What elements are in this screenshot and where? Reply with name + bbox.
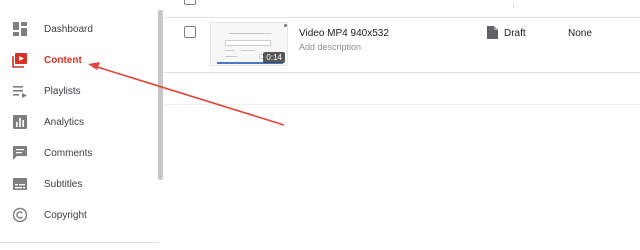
row-checkbox[interactable] — [184, 26, 196, 38]
video-thumbnail[interactable]: 0:14 — [210, 22, 288, 66]
copyright-icon — [12, 207, 28, 223]
dashboard-icon — [13, 22, 27, 36]
more-options-icon[interactable] — [284, 24, 287, 27]
divider — [164, 72, 640, 73]
draft-document-icon — [487, 26, 498, 39]
sidebar-item-copyright[interactable]: Copyright — [0, 200, 158, 230]
sidebar-item-label: Playlists — [44, 85, 81, 97]
visibility-status: Draft — [504, 28, 526, 39]
divider — [513, 4, 514, 8]
sidebar-item-label: Copyright — [44, 209, 87, 221]
sidebar-item-analytics[interactable]: Analytics — [0, 107, 158, 137]
playlists-icon — [13, 86, 27, 98]
sidebar-scrollbar[interactable] — [158, 10, 163, 180]
sidebar-item-playlists[interactable]: Playlists — [0, 76, 158, 106]
sidebar-item-label: Analytics — [44, 116, 85, 128]
video-description[interactable]: Add description — [299, 42, 361, 52]
content-table: 0:14 Video MP4 940x532 Add description D… — [164, 0, 640, 250]
duration-badge: 0:14 — [263, 52, 285, 63]
content-icon — [12, 53, 27, 68]
sidebar-item-comments[interactable]: Comments — [0, 138, 158, 168]
sidebar-item-subtitles[interactable]: Subtitles — [0, 169, 158, 199]
sidebar-item-label: Subtitles — [44, 178, 83, 190]
comments-icon — [13, 146, 27, 160]
restrictions-status: None — [568, 28, 592, 39]
divider — [164, 104, 640, 105]
subtitles-icon — [13, 178, 27, 190]
sidebar-item-label: Comments — [44, 147, 93, 159]
sidebar-item-label: Content — [44, 54, 82, 66]
sidebar-item-label: Dashboard — [44, 23, 93, 35]
divider — [164, 17, 640, 18]
analytics-icon — [13, 115, 27, 129]
sidebar-item-content[interactable]: Content — [0, 45, 158, 75]
sidebar-item-dashboard[interactable]: Dashboard — [0, 14, 158, 44]
video-title[interactable]: Video MP4 940x532 — [299, 28, 389, 39]
select-all-checkbox[interactable] — [184, 0, 196, 5]
sidebar: Dashboard Content Playlists Analytics Co… — [0, 0, 158, 250]
divider — [0, 242, 158, 243]
